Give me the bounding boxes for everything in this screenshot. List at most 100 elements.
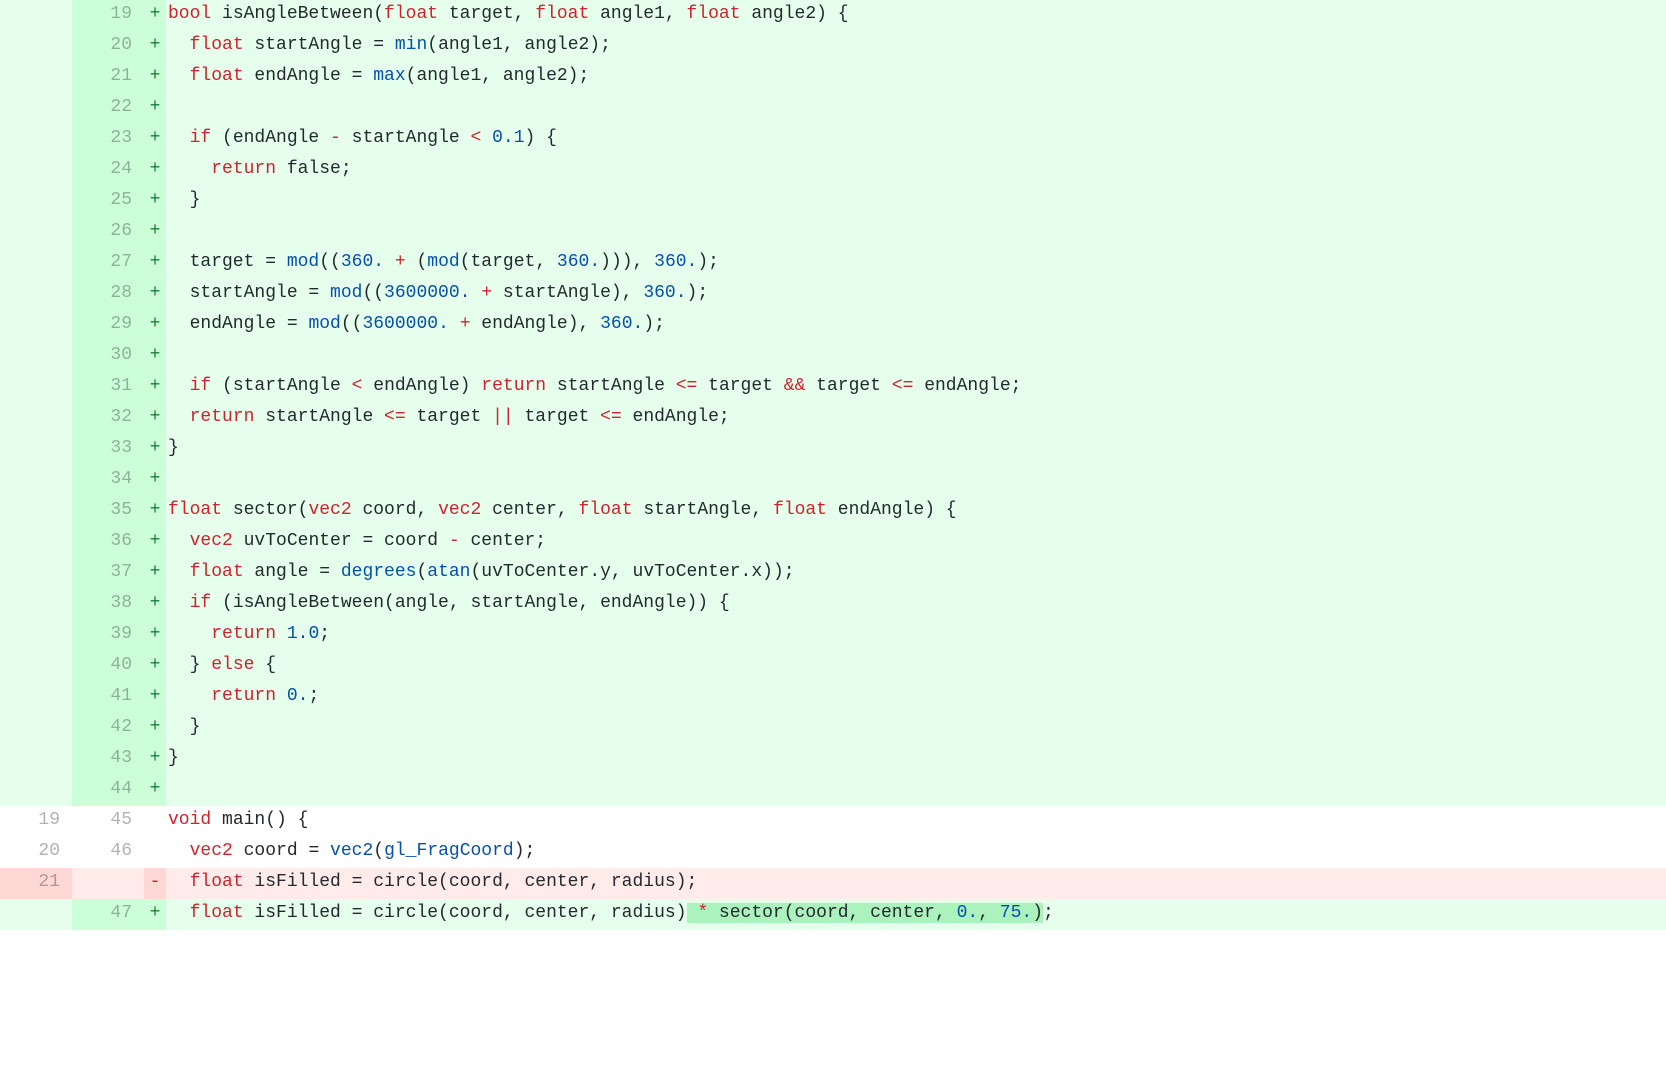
line-number-old xyxy=(0,186,72,217)
code-content xyxy=(166,775,1666,806)
diff-marker xyxy=(144,837,166,868)
diff-line[interactable]: 28+ startAngle = mod((3600000. + startAn… xyxy=(0,279,1666,310)
line-number-old xyxy=(0,341,72,372)
code-content: return 0.; xyxy=(166,682,1666,713)
code-content xyxy=(166,465,1666,496)
diff-line[interactable]: 44+ xyxy=(0,775,1666,806)
code-content: float startAngle = min(angle1, angle2); xyxy=(166,31,1666,62)
line-number-new: 28 xyxy=(72,279,144,310)
code-content: target = mod((360. + (mod(target, 360.))… xyxy=(166,248,1666,279)
line-number-old xyxy=(0,62,72,93)
diff-line[interactable]: 35+float sector(vec2 coord, vec2 center,… xyxy=(0,496,1666,527)
diff-line[interactable]: 32+ return startAngle <= target || targe… xyxy=(0,403,1666,434)
line-number-new: 19 xyxy=(72,0,144,31)
code-content: float sector(vec2 coord, vec2 center, fl… xyxy=(166,496,1666,527)
diff-line[interactable]: 21+ float endAngle = max(angle1, angle2)… xyxy=(0,62,1666,93)
diff-marker: + xyxy=(144,744,166,775)
diff-line[interactable]: 20+ float startAngle = min(angle1, angle… xyxy=(0,31,1666,62)
line-number-old xyxy=(0,744,72,775)
code-content: return 1.0; xyxy=(166,620,1666,651)
line-number-old xyxy=(0,93,72,124)
diff-line[interactable]: 41+ return 0.; xyxy=(0,682,1666,713)
line-number-old xyxy=(0,558,72,589)
line-number-old xyxy=(0,217,72,248)
code-content: if (isAngleBetween(angle, startAngle, en… xyxy=(166,589,1666,620)
line-number-new: 47 xyxy=(72,899,144,930)
code-content: float isFilled = circle(coord, center, r… xyxy=(166,899,1666,930)
line-number-old xyxy=(0,620,72,651)
diff-line[interactable]: 37+ float angle = degrees(atan(uvToCente… xyxy=(0,558,1666,589)
diff-line[interactable]: 40+ } else { xyxy=(0,651,1666,682)
code-content: startAngle = mod((3600000. + startAngle)… xyxy=(166,279,1666,310)
diff-line[interactable]: 22+ xyxy=(0,93,1666,124)
line-number-new: 33 xyxy=(72,434,144,465)
line-number-old xyxy=(0,899,72,930)
diff-line[interactable]: 29+ endAngle = mod((3600000. + endAngle)… xyxy=(0,310,1666,341)
code-content: vec2 coord = vec2(gl_FragCoord); xyxy=(166,837,1666,868)
diff-line[interactable]: 2046 vec2 coord = vec2(gl_FragCoord); xyxy=(0,837,1666,868)
diff-marker: + xyxy=(144,372,166,403)
line-number-new: 31 xyxy=(72,372,144,403)
diff-marker: + xyxy=(144,527,166,558)
diff-marker: + xyxy=(144,93,166,124)
line-number-old: 19 xyxy=(0,806,72,837)
code-content: void main() { xyxy=(166,806,1666,837)
diff-line[interactable]: 31+ if (startAngle < endAngle) return st… xyxy=(0,372,1666,403)
diff-line[interactable]: 34+ xyxy=(0,465,1666,496)
line-number-old xyxy=(0,496,72,527)
code-content: float isFilled = circle(coord, center, r… xyxy=(166,868,1666,899)
diff-line[interactable]: 23+ if (endAngle - startAngle < 0.1) { xyxy=(0,124,1666,155)
diff-line[interactable]: 27+ target = mod((360. + (mod(target, 36… xyxy=(0,248,1666,279)
diff-line[interactable]: 36+ vec2 uvToCenter = coord - center; xyxy=(0,527,1666,558)
line-number-old xyxy=(0,31,72,62)
line-number-new: 29 xyxy=(72,310,144,341)
line-number-old xyxy=(0,403,72,434)
line-number-new: 43 xyxy=(72,744,144,775)
line-number-old xyxy=(0,651,72,682)
line-number-new xyxy=(72,868,144,899)
line-number-new: 45 xyxy=(72,806,144,837)
diff-line[interactable]: 33+} xyxy=(0,434,1666,465)
diff-line[interactable]: 39+ return 1.0; xyxy=(0,620,1666,651)
line-number-old xyxy=(0,310,72,341)
diff-marker: + xyxy=(144,558,166,589)
code-content: if (endAngle - startAngle < 0.1) { xyxy=(166,124,1666,155)
line-number-old xyxy=(0,155,72,186)
diff-marker: + xyxy=(144,279,166,310)
diff-marker: + xyxy=(144,775,166,806)
line-number-old xyxy=(0,465,72,496)
diff-line[interactable]: 42+ } xyxy=(0,713,1666,744)
line-number-old xyxy=(0,372,72,403)
diff-line[interactable]: 30+ xyxy=(0,341,1666,372)
line-number-old xyxy=(0,775,72,806)
line-number-new: 21 xyxy=(72,62,144,93)
line-number-new: 39 xyxy=(72,620,144,651)
code-content: } xyxy=(166,744,1666,775)
line-number-new: 20 xyxy=(72,31,144,62)
diff-marker: + xyxy=(144,341,166,372)
line-number-old xyxy=(0,434,72,465)
line-number-new: 27 xyxy=(72,248,144,279)
diff-line[interactable]: 25+ } xyxy=(0,186,1666,217)
diff-line[interactable]: 38+ if (isAngleBetween(angle, startAngle… xyxy=(0,589,1666,620)
line-number-new: 44 xyxy=(72,775,144,806)
diff-line[interactable]: 19+bool isAngleBetween(float target, flo… xyxy=(0,0,1666,31)
diff-line[interactable]: 47+ float isFilled = circle(coord, cente… xyxy=(0,899,1666,930)
code-content xyxy=(166,341,1666,372)
diff-line[interactable]: 43+} xyxy=(0,744,1666,775)
diff-marker: + xyxy=(144,713,166,744)
diff-line[interactable]: 21- float isFilled = circle(coord, cente… xyxy=(0,868,1666,899)
code-content: return startAngle <= target || target <=… xyxy=(166,403,1666,434)
line-number-old: 21 xyxy=(0,868,72,899)
diff-marker: + xyxy=(144,620,166,651)
line-number-old xyxy=(0,0,72,31)
diff-marker: + xyxy=(144,682,166,713)
line-number-new: 32 xyxy=(72,403,144,434)
diff-line[interactable]: 26+ xyxy=(0,217,1666,248)
diff-line[interactable]: 1945 void main() { xyxy=(0,806,1666,837)
diff-marker: + xyxy=(144,589,166,620)
code-content: } xyxy=(166,186,1666,217)
diff-line[interactable]: 24+ return false; xyxy=(0,155,1666,186)
code-content: float endAngle = max(angle1, angle2); xyxy=(166,62,1666,93)
diff-marker: + xyxy=(144,155,166,186)
